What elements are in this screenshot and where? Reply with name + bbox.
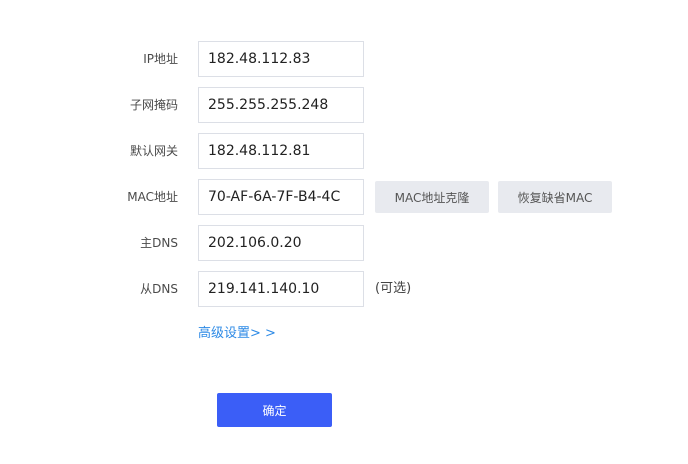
ip-row: IP地址: [0, 41, 688, 77]
mask-label: 子网掩码: [129, 98, 178, 112]
secondary-dns-label: 从DNS: [140, 282, 178, 296]
mac-clone-button[interactable]: MAC地址克隆: [375, 181, 489, 213]
mask-input[interactable]: [198, 87, 364, 123]
gateway-input[interactable]: [198, 133, 364, 169]
confirm-button[interactable]: 确定: [217, 393, 332, 427]
mac-label: MAC地址: [127, 190, 178, 204]
ip-input[interactable]: [198, 41, 364, 77]
advanced-settings-link[interactable]: 高级设置> >: [198, 325, 276, 343]
gateway-row: 默认网关: [0, 133, 688, 169]
mac-input[interactable]: [198, 179, 364, 215]
ip-label: IP地址: [143, 52, 178, 66]
primary-dns-row: 主DNS: [0, 225, 688, 261]
secondary-dns-row: 从DNS (可选): [0, 271, 688, 307]
mask-row: 子网掩码: [0, 87, 688, 123]
secondary-dns-input[interactable]: [198, 271, 364, 307]
gateway-label: 默认网关: [129, 144, 178, 158]
primary-dns-input[interactable]: [198, 225, 364, 261]
primary-dns-label: 主DNS: [140, 236, 178, 250]
restore-default-mac-button[interactable]: 恢复缺省MAC: [498, 181, 612, 213]
mac-row: MAC地址 MAC地址克隆 恢复缺省MAC: [0, 179, 688, 215]
optional-hint: (可选): [375, 281, 412, 296]
